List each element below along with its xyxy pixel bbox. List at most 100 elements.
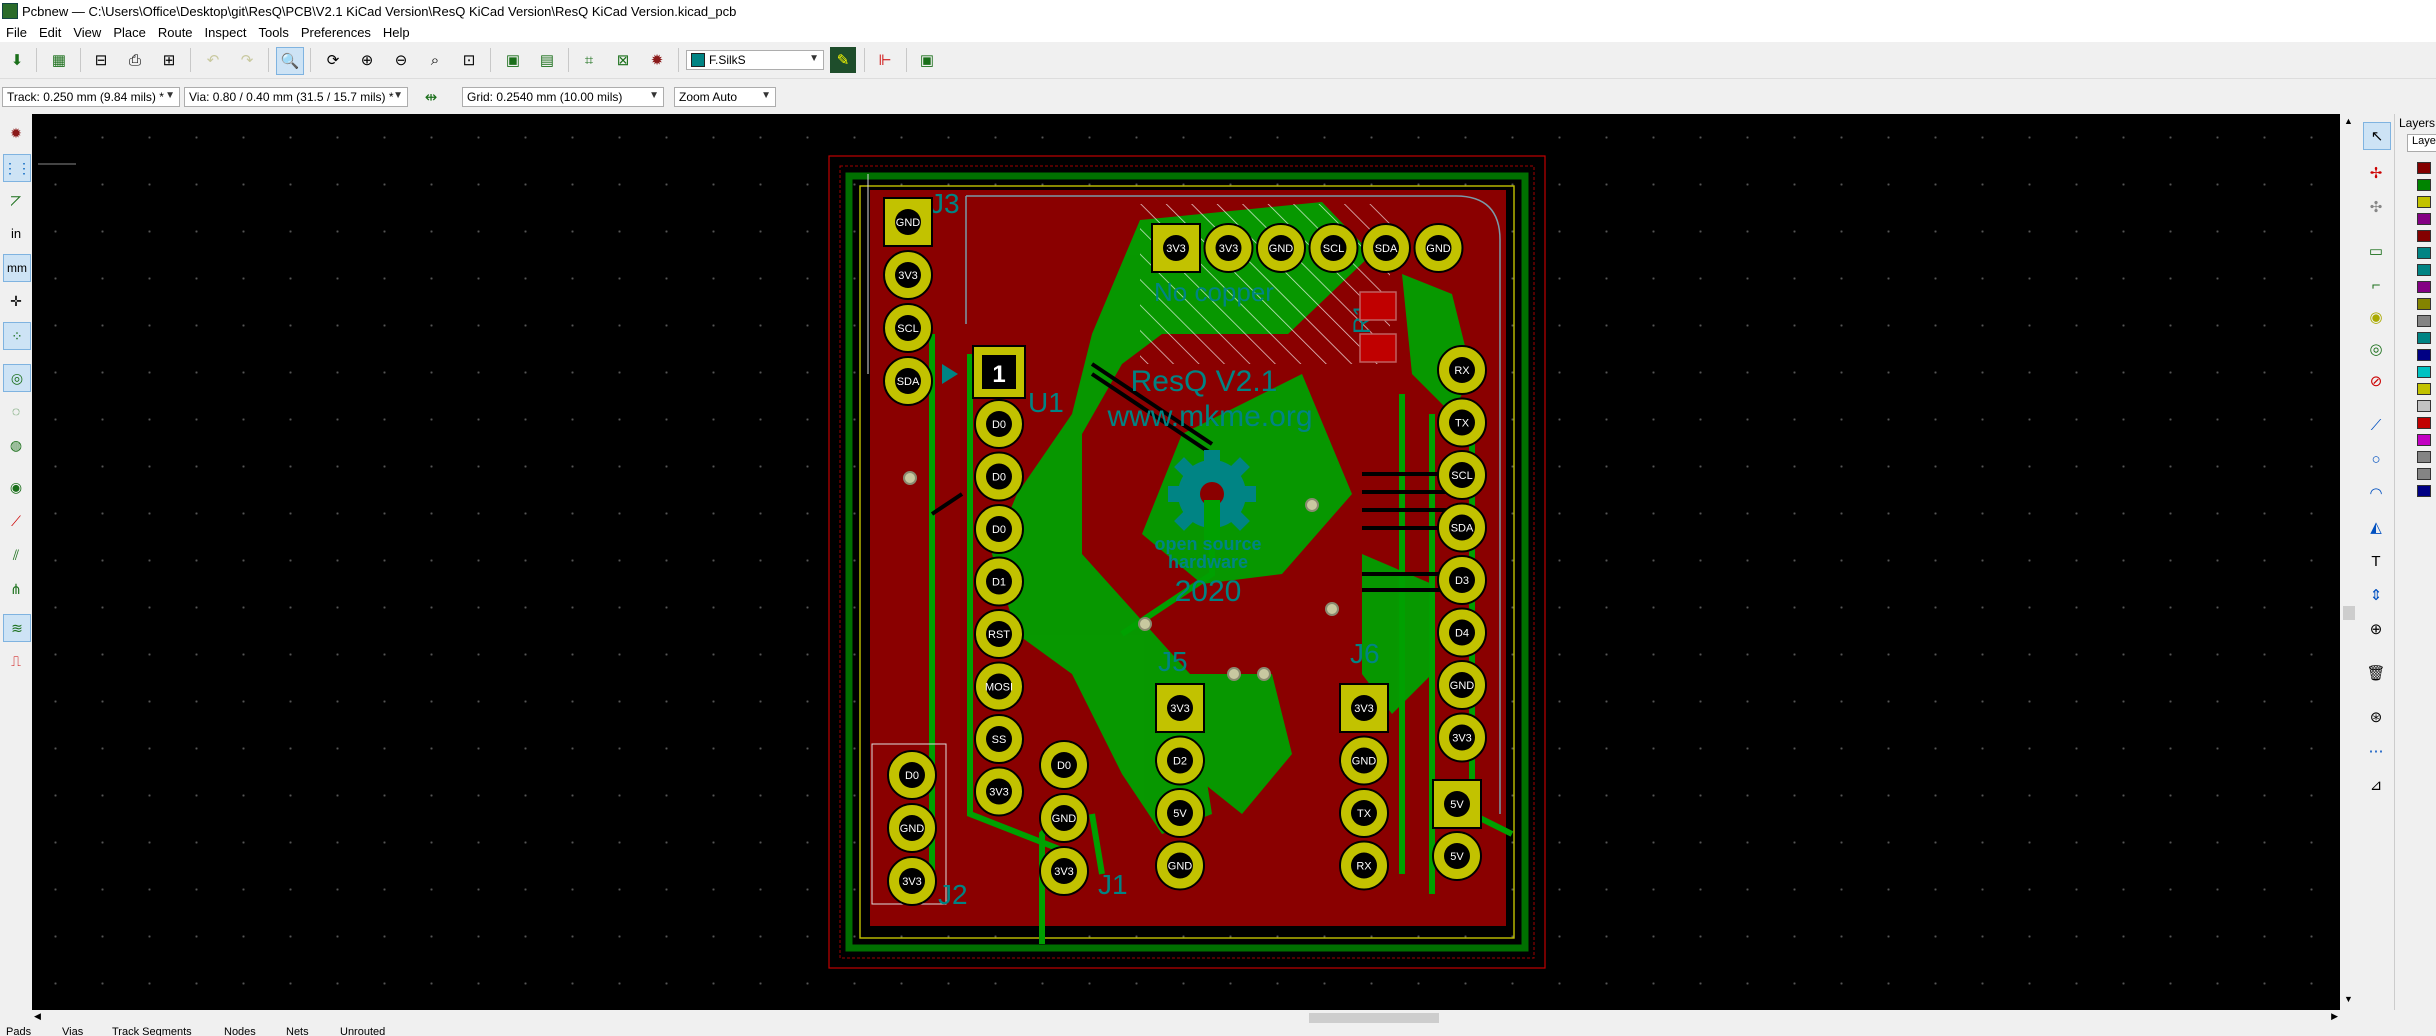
menu-help[interactable]: Help: [377, 25, 416, 40]
cursor-shape-icon[interactable]: ✛: [3, 288, 29, 314]
auto-track-width-icon[interactable]: ⇹: [418, 84, 444, 110]
polar-coords-icon[interactable]: ⦢: [3, 188, 29, 214]
layer-color-swatch[interactable]: [2417, 298, 2431, 310]
highlight-net-icon[interactable]: ✢: [2363, 160, 2389, 186]
add-footprint-icon[interactable]: ▭: [2363, 238, 2389, 264]
layer-color-swatch[interactable]: [2417, 468, 2431, 480]
via-size-select[interactable]: Via: 0.80 / 0.40 mm (31.5 / 15.7 mils) *…: [184, 87, 408, 107]
redo-icon[interactable]: ↷: [234, 47, 260, 73]
draw-polygon-icon[interactable]: ◭: [2363, 514, 2389, 540]
drill-origin-icon[interactable]: ⊛: [2363, 704, 2389, 730]
draw-arc-icon[interactable]: ◠: [2363, 480, 2389, 506]
draw-line-icon[interactable]: ⟋: [2363, 412, 2389, 438]
menu-place[interactable]: Place: [107, 25, 152, 40]
layer-color-swatch[interactable]: [2417, 383, 2431, 395]
layer-color-swatch[interactable]: [2417, 366, 2431, 378]
footprint-browser-icon[interactable]: ▤: [534, 47, 560, 73]
layer-select[interactable]: F.SilkS ▼: [686, 50, 824, 70]
grid-select[interactable]: Grid: 0.2540 mm (10.00 mils) ▼: [462, 87, 664, 107]
layer-pair-icon[interactable]: ✎: [830, 47, 856, 73]
zoom-in-icon[interactable]: ⊕: [354, 47, 380, 73]
print-icon[interactable]: ⎙: [122, 47, 148, 73]
layer-color-swatch[interactable]: [2417, 485, 2431, 497]
units-inch-button[interactable]: in: [3, 220, 29, 246]
layer-color-swatch[interactable]: [2417, 281, 2431, 293]
ratsnest-icon[interactable]: ⁘: [3, 322, 31, 350]
keepout-area-icon[interactable]: ⊘: [2363, 368, 2389, 394]
zone-outline-icon[interactable]: ◌: [3, 398, 29, 424]
route-track-icon[interactable]: ⌐: [2363, 272, 2389, 298]
horizontal-scroll-thumb[interactable]: [1309, 1013, 1439, 1023]
layer-color-swatch[interactable]: [2417, 230, 2431, 242]
zone-fill-sketch-icon[interactable]: ◍: [3, 432, 29, 458]
layer-color-swatch[interactable]: [2417, 315, 2431, 327]
horizontal-scrollbar[interactable]: ◀ ▶: [32, 1010, 2340, 1026]
pad-sketch-icon[interactable]: ◉: [3, 474, 29, 500]
pcb-board[interactable]: ResQ V2.1 www.mkme.org open source hardw…: [32, 114, 2340, 1010]
drc-marker-icon[interactable]: ✹: [3, 120, 29, 146]
scripting-console-icon[interactable]: ▣: [914, 47, 940, 73]
add-via-icon[interactable]: ◉: [2363, 304, 2389, 330]
save-icon[interactable]: ⬇: [4, 47, 30, 73]
pcb-canvas[interactable]: ResQ V2.1 www.mkme.org open source hardw…: [32, 114, 2340, 1010]
layer-color-swatch[interactable]: [2417, 400, 2431, 412]
find-icon[interactable]: 🔍: [276, 47, 304, 75]
menu-file[interactable]: File: [0, 25, 33, 40]
layer-color-swatch[interactable]: [2417, 417, 2431, 429]
update-pcb-icon[interactable]: ⊠: [610, 47, 636, 73]
menu-tools[interactable]: Tools: [252, 25, 294, 40]
zoom-selection-icon[interactable]: ⊡: [456, 47, 482, 73]
vertical-scroll-thumb[interactable]: [2343, 606, 2355, 620]
zone-fill-icon[interactable]: ◎: [3, 364, 31, 392]
scroll-up-icon[interactable]: ▲: [2344, 116, 2353, 126]
layers-tab[interactable]: Laye: [2407, 134, 2436, 152]
scroll-down-icon[interactable]: ▼: [2344, 994, 2353, 1004]
menu-route[interactable]: Route: [152, 25, 199, 40]
footprint-editor-icon[interactable]: ▣: [500, 47, 526, 73]
delete-tool-icon[interactable]: 🗑: [2363, 660, 2389, 686]
track-width-select[interactable]: Track: 0.250 mm (9.84 mils) * ▼: [2, 87, 180, 107]
scroll-right-icon[interactable]: ▶: [2331, 1011, 2338, 1022]
layer-color-swatch[interactable]: [2417, 162, 2431, 174]
microwave-icon[interactable]: ⎍: [3, 648, 29, 674]
layer-color-swatch[interactable]: [2417, 451, 2431, 463]
select-tool-icon[interactable]: ↖: [2363, 122, 2391, 150]
layer-color-swatch[interactable]: [2417, 264, 2431, 276]
layers-manager-icon[interactable]: ≋: [3, 614, 31, 642]
menu-inspect[interactable]: Inspect: [199, 25, 253, 40]
scroll-left-icon[interactable]: ◀: [34, 1011, 41, 1022]
layer-color-swatch[interactable]: [2417, 179, 2431, 191]
layer-color-swatch[interactable]: [2417, 196, 2431, 208]
menu-edit[interactable]: Edit: [33, 25, 67, 40]
vertical-scrollbar[interactable]: ▲ ▼: [2340, 114, 2358, 1010]
menu-preferences[interactable]: Preferences: [295, 25, 377, 40]
refresh-icon[interactable]: ⟳: [320, 47, 346, 73]
layer-color-swatch[interactable]: [2417, 213, 2431, 225]
draw-circle-icon[interactable]: ○: [2363, 446, 2389, 472]
layer-color-swatch[interactable]: [2417, 247, 2431, 259]
grid-toggle-icon[interactable]: ⋮⋮: [3, 154, 31, 182]
add-dimension-icon[interactable]: ⇕: [2363, 582, 2389, 608]
layer-color-swatch[interactable]: [2417, 349, 2431, 361]
via-sketch-icon[interactable]: ⟋: [3, 508, 29, 534]
grid-origin-icon[interactable]: ⋯: [2363, 738, 2389, 764]
add-zone-icon[interactable]: ◎: [2363, 336, 2389, 362]
zoom-out-icon[interactable]: ⊖: [388, 47, 414, 73]
zoom-fit-icon[interactable]: ⌕: [422, 47, 448, 73]
board-setup-icon[interactable]: ▦: [46, 47, 72, 73]
netlist-icon[interactable]: ⌗: [576, 47, 602, 73]
drc-bug-icon[interactable]: ✹: [644, 47, 670, 73]
measure-tool-icon[interactable]: ⊿: [2363, 772, 2389, 798]
plot-icon[interactable]: ⊞: [156, 47, 182, 73]
microwave-tools-icon[interactable]: ⊩: [872, 47, 898, 73]
add-text-icon[interactable]: T: [2363, 548, 2389, 574]
units-mm-button[interactable]: mm: [3, 254, 31, 282]
menu-view[interactable]: View: [67, 25, 107, 40]
zoom-select[interactable]: Zoom Auto ▼: [674, 87, 776, 107]
add-target-icon[interactable]: ⊕: [2363, 616, 2389, 642]
undo-icon[interactable]: ↶: [200, 47, 226, 73]
layer-color-swatch[interactable]: [2417, 434, 2431, 446]
high-contrast-icon[interactable]: ⋔: [3, 576, 29, 602]
local-ratsnest-icon[interactable]: ✣: [2363, 194, 2389, 220]
track-sketch-icon[interactable]: ⫽: [3, 542, 29, 568]
